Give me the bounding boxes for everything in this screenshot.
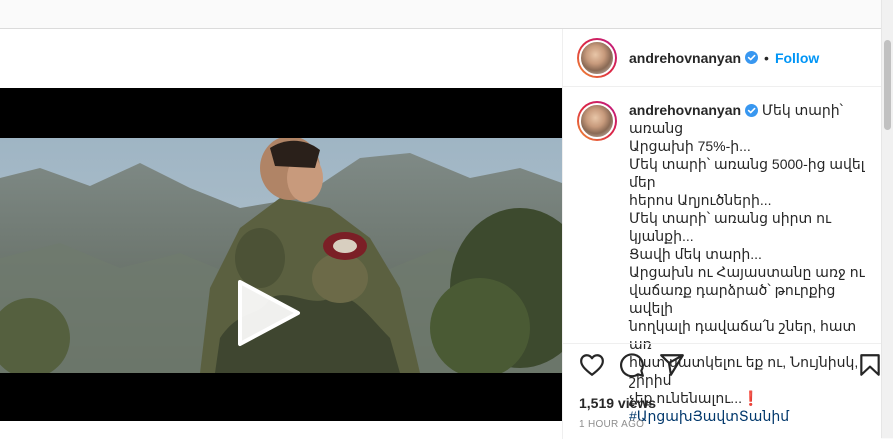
page-scrollbar[interactable] [881, 0, 893, 438]
caption-username[interactable]: andrehovnanyan [629, 102, 741, 118]
play-icon[interactable] [232, 278, 302, 348]
page-background-top [0, 0, 893, 28]
view-count[interactable]: 1,519 views [579, 395, 656, 411]
hashtag-link[interactable]: #ԱրցախՅավտՏանիմ [629, 407, 877, 425]
caption-avatar[interactable] [577, 101, 617, 141]
scrollbar-thumb[interactable] [884, 40, 891, 130]
caption-line: վաճառք դարձրած՝ թուրքից ավելի [629, 282, 836, 316]
heart-icon[interactable] [579, 352, 605, 378]
post-card: andrehovnanyan • Follow andrehovnanyan Մ… [0, 28, 882, 439]
header-username[interactable]: andrehovnanyan [629, 50, 741, 66]
video-player[interactable] [0, 88, 562, 421]
comment-icon[interactable] [619, 352, 645, 378]
verified-badge-icon [745, 51, 759, 64]
header-separator: • [764, 49, 769, 66]
caption-line: Արցախն ու Հայաստանը առջ ու [629, 264, 865, 280]
caption-line: Մեկ տարի՝ առանց սիրտ ու կյանքի... [629, 210, 832, 244]
post-timestamp[interactable]: 1 HOUR AGO [579, 419, 644, 430]
avatar[interactable] [577, 37, 617, 78]
verified-badge-icon [745, 104, 759, 117]
follow-button[interactable]: Follow [775, 50, 819, 66]
caption-line: Մեկ տարի՝ առանց 5000-ից ավել մեր [629, 156, 865, 190]
caption-first-line: andrehovnanyan Մեկ տարի՝ առանց [629, 101, 877, 137]
caption-line: Ցավի մեկ տարի... [629, 246, 762, 262]
post-media [0, 29, 562, 439]
action-bar [563, 343, 882, 383]
share-icon[interactable] [659, 352, 685, 378]
caption-line: Արցախի 75%-ի... [629, 138, 751, 154]
post-sidebar: andrehovnanyan • Follow andrehovnanyan Մ… [562, 29, 882, 439]
caption-line: հերոս Աղյուծների... [629, 192, 772, 208]
bookmark-icon[interactable] [857, 352, 883, 378]
post-header: andrehovnanyan • Follow [563, 29, 882, 87]
caption-line: չեք ունենալու...❗ [629, 390, 760, 406]
